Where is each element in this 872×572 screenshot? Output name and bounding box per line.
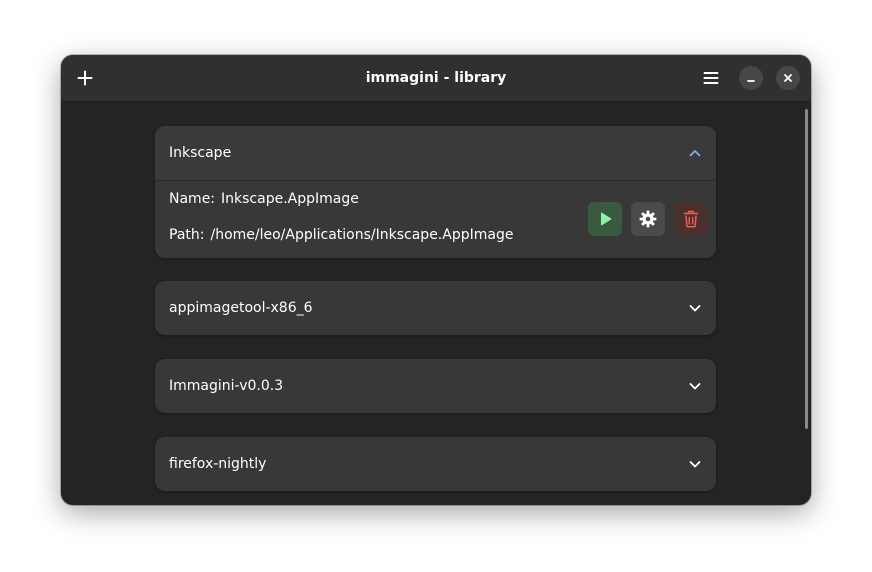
expander-row-header[interactable]: Immagini-v0.0.3 <box>155 359 716 413</box>
trash-icon <box>683 210 699 228</box>
expander-row-header[interactable]: Inkscape <box>155 126 716 181</box>
name-label: Name: <box>169 191 216 207</box>
app-name: appimagetool-x86_6 <box>169 300 313 316</box>
main-menu-button[interactable] <box>695 62 727 94</box>
chevron-down-icon <box>689 305 701 312</box>
expander-row-header[interactable]: appimagetool-x86_6 <box>155 281 716 335</box>
path-value: /home/leo/Applications/Inkscape.AppImage <box>210 227 514 243</box>
hamburger-icon <box>703 72 719 84</box>
run-button[interactable] <box>588 202 622 236</box>
vertical-scrollbar[interactable] <box>805 109 808 429</box>
close-button[interactable] <box>776 66 800 90</box>
chevron-down-icon <box>689 383 701 390</box>
play-icon <box>601 212 612 226</box>
app-name: Immagini-v0.0.3 <box>169 378 284 394</box>
path-row: Path: /home/leo/Applications/Inkscape.App… <box>169 227 513 243</box>
expander-row-header[interactable]: firefox-nightly <box>155 437 716 491</box>
name-value: Inkscape.AppImage <box>221 191 359 207</box>
add-button[interactable] <box>69 62 101 94</box>
library-item-firefox-nightly: firefox-nightly <box>155 437 716 491</box>
app-window: immagini - library Inkscape Name: Inksca… <box>61 55 811 505</box>
delete-button[interactable] <box>674 202 708 236</box>
minimize-button[interactable] <box>739 66 763 90</box>
close-icon <box>784 74 792 82</box>
path-label: Path: <box>169 227 205 243</box>
settings-button[interactable] <box>631 202 665 236</box>
library-item-inkscape: Inkscape Name: Inkscape.AppImage Path: /ho… <box>155 126 716 258</box>
library-item-immagini: Immagini-v0.0.3 <box>155 359 716 413</box>
chevron-down-icon <box>689 461 701 468</box>
app-name: firefox-nightly <box>169 456 267 472</box>
header-bar: immagini - library <box>61 55 811 102</box>
gear-icon <box>639 210 657 228</box>
library-list: Inkscape Name: Inkscape.AppImage Path: /ho… <box>61 102 811 505</box>
plus-icon <box>77 70 93 86</box>
library-item-appimagetool: appimagetool-x86_6 <box>155 281 716 335</box>
app-name: Inkscape <box>169 145 232 161</box>
expander-row-content: Name: Inkscape.AppImage Path: /home/leo/Ap… <box>155 181 716 258</box>
chevron-up-icon <box>689 150 701 157</box>
name-row: Name: Inkscape.AppImage <box>169 191 359 207</box>
minimize-icon <box>747 80 755 82</box>
